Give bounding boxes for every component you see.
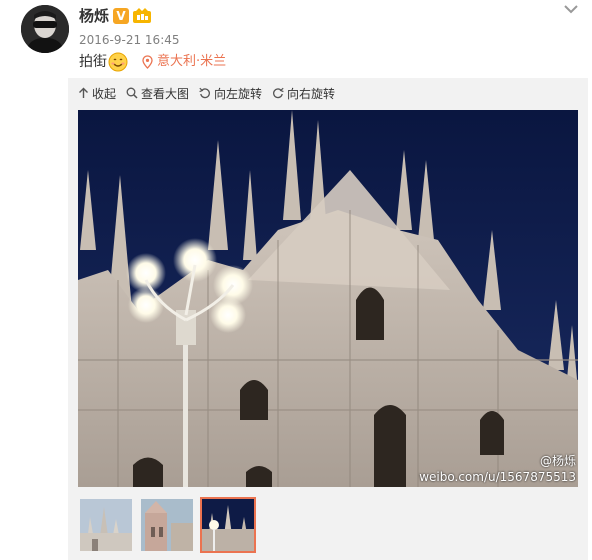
post-timestamp[interactable]: 2016-9-21 16:45 — [79, 32, 180, 48]
media-panel: 收起 查看大图 向左旋转 向右旋转 @杨烁 weibo.com/u/156787… — [68, 78, 588, 560]
thumbnail-strip — [78, 497, 261, 553]
media-toolbar: 收起 查看大图 向左旋转 向右旋转 — [78, 84, 345, 102]
photo-watermark: @杨烁 weibo.com/u/1567875513 — [419, 453, 576, 485]
rotate-right-icon — [273, 87, 284, 99]
smiling-face-emoji-icon — [108, 52, 128, 72]
chevron-down-icon[interactable] — [562, 2, 580, 16]
rotate-right-label: 向右旋转 — [287, 86, 336, 101]
magnifier-icon — [126, 87, 138, 99]
rotate-left-button[interactable]: 向左旋转 — [199, 85, 262, 102]
thumbnail-1[interactable] — [78, 497, 134, 553]
location-pin-icon — [142, 55, 153, 69]
username[interactable]: 杨烁 — [79, 6, 109, 26]
arrow-up-icon — [79, 87, 88, 98]
milan-cathedral-night-photo — [78, 110, 578, 487]
location-label: 意大利·米兰 — [157, 54, 227, 69]
rotate-right-button[interactable]: 向右旋转 — [272, 85, 335, 102]
verified-badge[interactable]: V — [113, 8, 129, 24]
watermark-url: weibo.com/u/1567875513 — [419, 470, 576, 484]
member-badge-icon[interactable] — [133, 8, 151, 24]
collapse-button[interactable]: 收起 — [78, 85, 116, 102]
post-text: 拍街 — [79, 52, 128, 72]
thumbnail-3[interactable] — [200, 497, 256, 553]
rotate-left-label: 向左旋转 — [214, 86, 263, 101]
collapse-label: 收起 — [92, 86, 117, 101]
location-link[interactable]: 意大利·米兰 — [142, 53, 226, 71]
post-text-content: 拍街 — [79, 54, 107, 70]
rotate-left-icon — [199, 87, 210, 99]
thumbnail-2[interactable] — [139, 497, 195, 553]
main-photo[interactable]: @杨烁 weibo.com/u/1567875513 — [78, 110, 578, 487]
view-large-label: 查看大图 — [141, 86, 190, 101]
weibo-post: 杨烁 V 2016-9-21 16:45 拍街 意大利·米兰 收起 查看大图 向… — [0, 0, 592, 560]
watermark-user: @杨烁 — [539, 454, 576, 468]
view-large-button[interactable]: 查看大图 — [126, 85, 189, 102]
avatar[interactable] — [21, 5, 69, 53]
